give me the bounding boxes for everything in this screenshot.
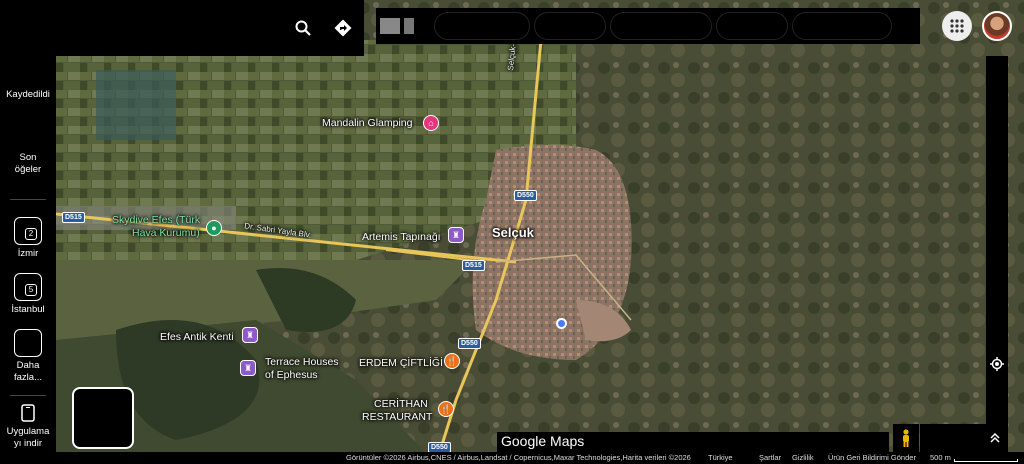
map-thumbnail-icon: 5 — [14, 273, 42, 301]
account-avatar[interactable] — [982, 11, 1012, 41]
recent-item-label: İzmir — [17, 248, 39, 259]
saved-label: Kaydedildi — [6, 89, 50, 100]
recent-label: Son — [19, 152, 37, 163]
landmark-pin-icon[interactable]: ♜ — [448, 227, 464, 243]
category-chips-bar — [376, 8, 920, 44]
scale-bar — [954, 459, 1018, 462]
lodging-pin-icon[interactable]: ⌂ — [423, 115, 439, 131]
google-maps-logo: Google Maps — [497, 432, 889, 452]
search-input[interactable] — [68, 8, 283, 48]
category-chip[interactable] — [716, 12, 788, 40]
landmark-pin-icon[interactable]: ♜ — [240, 360, 256, 376]
place-label-cerithan-2[interactable]: RESTAURANT — [362, 411, 432, 423]
current-location-dot — [556, 318, 567, 329]
more-button[interactable]: Daha fazla... — [0, 329, 56, 384]
scale-label[interactable]: 500 m — [930, 453, 951, 462]
attribution-text: Görüntüler ©2026 Airbus,CNES / Airbus,La… — [346, 453, 691, 462]
recent-button[interactable]: Son öğeler — [0, 152, 56, 176]
directions-button[interactable] — [329, 14, 357, 42]
saved-button[interactable]: Kaydedildi — [0, 89, 56, 101]
left-sidebar: Kaydedildi Son öğeler 2 İzmir 5 İstanbul… — [0, 0, 56, 464]
pegman-icon — [903, 429, 909, 447]
app-label-2: yı indir — [14, 438, 42, 449]
search-button[interactable] — [289, 14, 317, 42]
satellite-imagery — [56, 0, 1024, 464]
road-shield-d550: D550 — [458, 338, 481, 349]
crosshair-icon — [990, 357, 1004, 371]
apps-grid-icon — [950, 19, 964, 33]
search-box — [56, 0, 364, 56]
download-app-button[interactable]: Uygulama yı indir — [0, 404, 56, 450]
category-chip[interactable] — [610, 12, 712, 40]
place-label-erdem[interactable]: ERDEM ÇİFTLİĞİ — [359, 357, 443, 369]
place-label-efes-antik[interactable]: Efes Antik Kenti — [160, 331, 234, 343]
more-label: Daha — [16, 360, 40, 371]
city-label-selcuk[interactable]: Selçuk — [492, 225, 534, 240]
park-pin-icon[interactable]: ● — [206, 220, 222, 236]
chip-scroll-icon[interactable] — [380, 18, 400, 34]
logo-text: Google Maps — [501, 433, 585, 449]
chevron-up-double-icon — [990, 433, 1000, 443]
place-label-terrace-houses-2[interactable]: of Ephesus — [265, 369, 318, 381]
category-chip[interactable] — [434, 12, 530, 40]
place-label-cerithan[interactable]: CERİTHAN — [374, 398, 428, 410]
place-label-skydive-2[interactable]: Hava Kurumu) — [132, 227, 200, 239]
terms-link[interactable]: Şartlar — [759, 453, 781, 462]
chip-scroll-icon[interactable] — [404, 18, 414, 34]
app-label: Uygulama — [6, 426, 50, 437]
more-label-2: fazla... — [14, 372, 42, 383]
recent-item-istanbul[interactable]: 5 İstanbul — [0, 273, 56, 316]
recent-item-label: İstanbul — [11, 304, 45, 315]
street-view-pegman[interactable] — [893, 424, 919, 452]
privacy-link[interactable]: Gizlilik — [792, 453, 814, 462]
my-location-button[interactable] — [986, 352, 1008, 376]
expand-button[interactable] — [920, 424, 1008, 452]
map-footer: Görüntüler ©2026 Airbus,CNES / Airbus,La… — [56, 452, 1024, 464]
feedback-link[interactable]: Ürün Geri Bildirimi Gönder — [828, 453, 916, 462]
place-label-terrace-houses[interactable]: Terrace Houses — [265, 356, 339, 368]
road-shield-d550: D550 — [514, 190, 537, 201]
more-icon — [14, 329, 42, 357]
recent-item-izmir[interactable]: 2 İzmir — [0, 217, 56, 260]
category-chip[interactable] — [534, 12, 606, 40]
recent-label-2: öğeler — [14, 164, 42, 175]
google-apps-button[interactable] — [942, 11, 972, 41]
map-canvas[interactable]: D515 D515 D550 D550 D550 Dr. Sabri Yayla… — [56, 0, 1024, 464]
directions-icon — [334, 19, 352, 37]
road-shield-d515: D515 — [62, 212, 85, 223]
place-label-mandalin[interactable]: Mandalin Glamping — [322, 117, 412, 129]
restaurant-pin-icon[interactable]: 🍴 — [438, 401, 454, 417]
divider — [10, 395, 46, 396]
road-shield-d515: D515 — [462, 260, 485, 271]
country-link[interactable]: Türkiye — [708, 453, 733, 462]
map-thumbnail-icon: 2 — [14, 217, 42, 245]
place-label-skydive[interactable]: Skydive Efes (Türk — [112, 214, 200, 226]
restaurant-pin-icon[interactable]: 🍴 — [444, 353, 460, 369]
phone-icon — [21, 404, 35, 422]
search-icon — [295, 20, 311, 36]
layers-button[interactable] — [72, 387, 134, 449]
landmark-pin-icon[interactable]: ♜ — [242, 327, 258, 343]
place-label-artemis[interactable]: Artemis Tapınağı — [362, 231, 441, 243]
category-chip[interactable] — [792, 12, 892, 40]
divider — [10, 199, 46, 200]
